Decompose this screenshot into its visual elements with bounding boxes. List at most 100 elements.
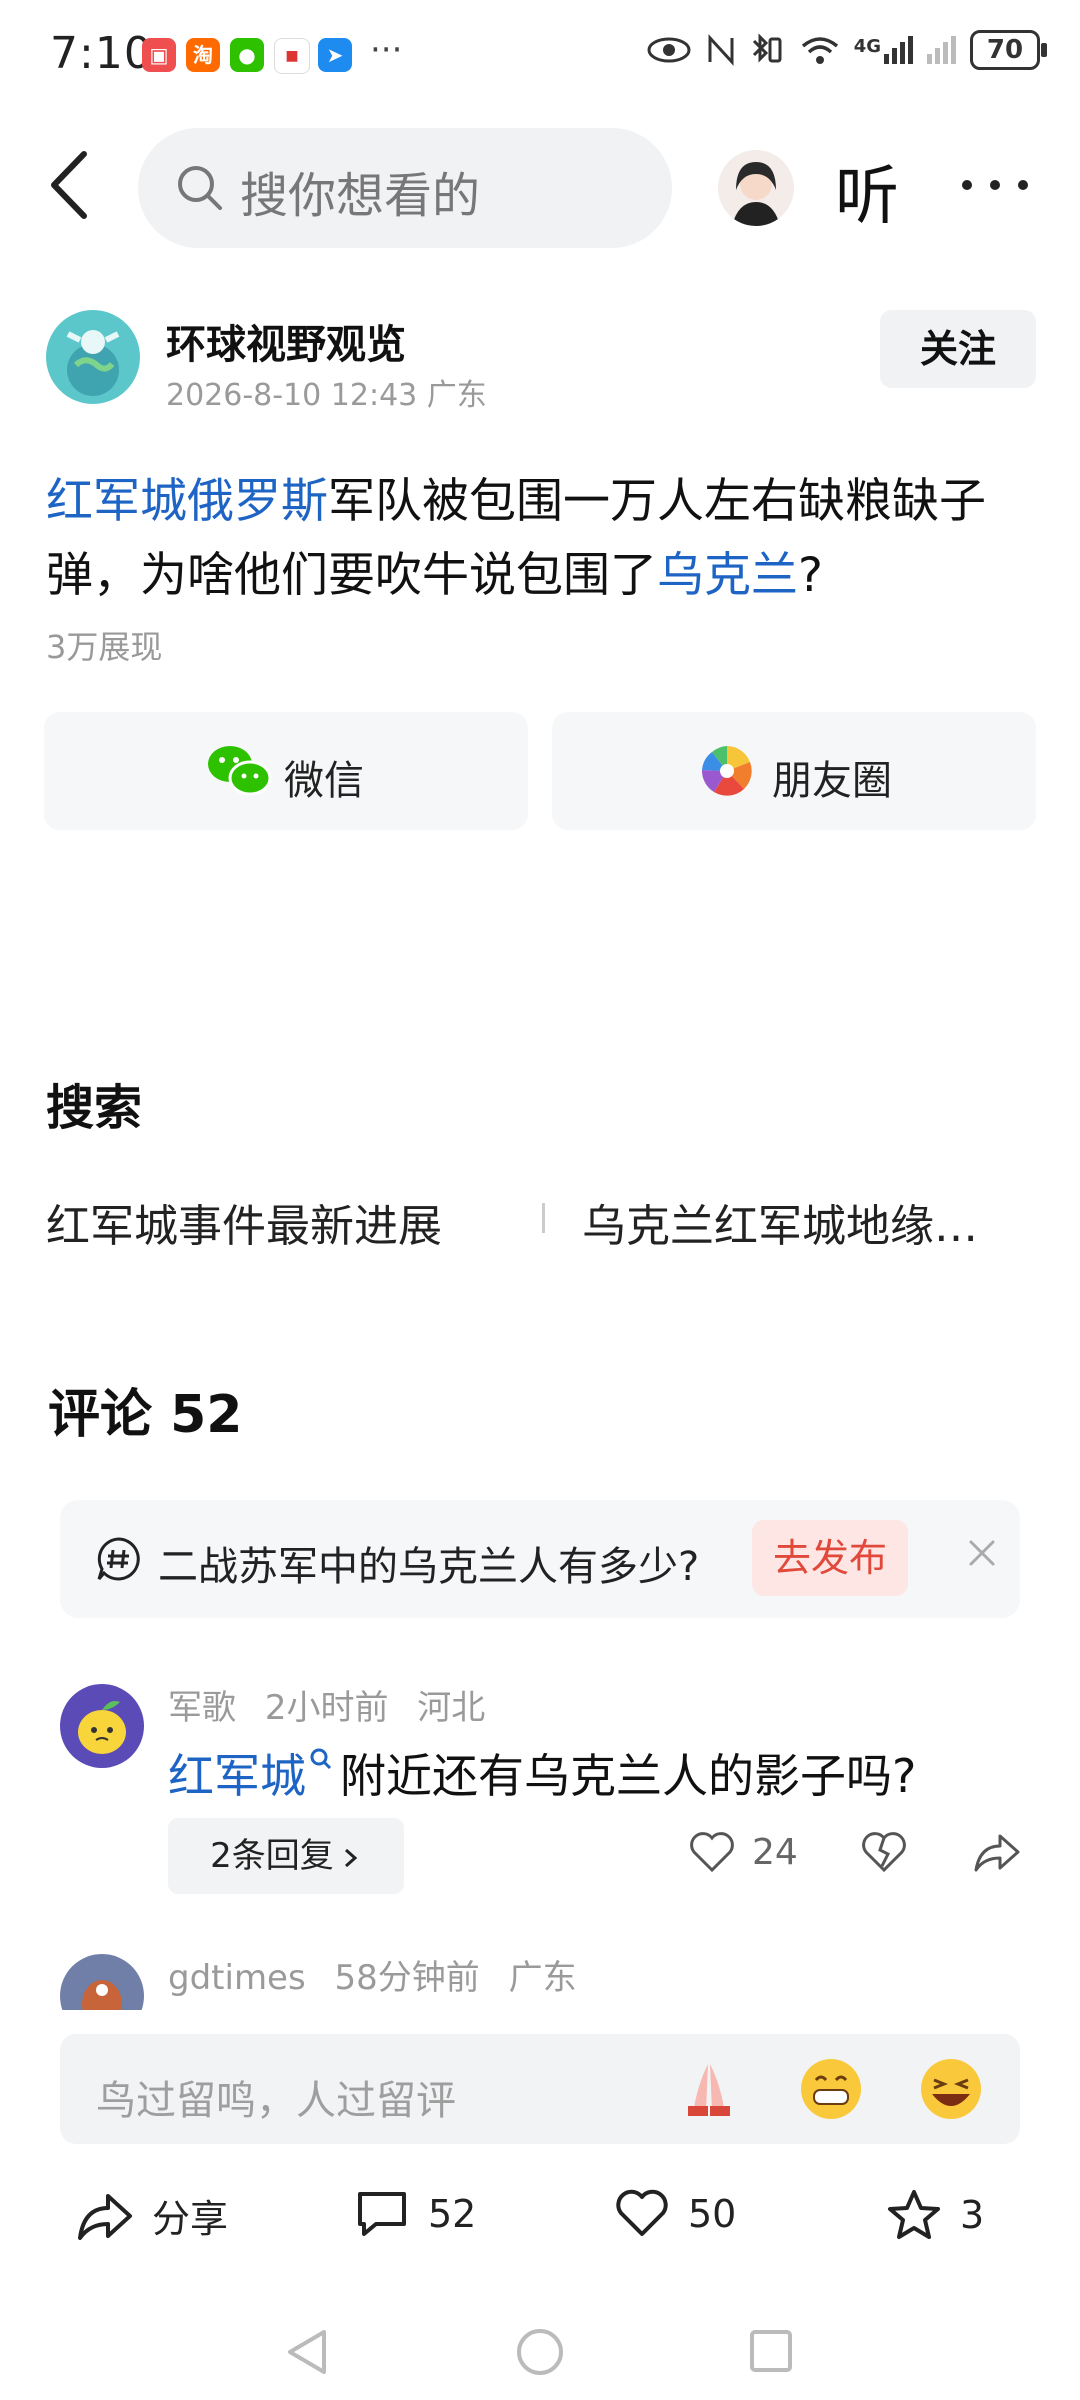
comment-like-count: 24	[752, 1832, 798, 1873]
app-red-icon: ▣	[142, 38, 176, 72]
comment-dislike-button[interactable]	[860, 1830, 908, 1878]
comment-location: 广东	[508, 1958, 577, 1998]
comment-body: 附近还有乌克兰人的影子吗?	[340, 1749, 917, 1803]
comment-input[interactable]: 鸟过留鸣，人过留评	[60, 2034, 1020, 2144]
emoji-grin-button[interactable]	[796, 2054, 866, 2124]
comment-meta: gdtimes 58分钟前 广东	[168, 1950, 577, 1999]
comment-location: 河北	[417, 1688, 486, 1728]
close-icon	[969, 1540, 995, 1566]
search-icon	[178, 166, 222, 210]
comment-share-button[interactable]	[972, 1830, 1022, 1878]
comment-like-button[interactable]	[688, 1830, 736, 1878]
search-placeholder: 搜你想看的	[240, 168, 481, 224]
wechat-icon: ●	[230, 38, 264, 72]
comment-text: 红军城 附近还有乌克兰人的影子吗?	[168, 1740, 916, 1806]
comment-button[interactable]: 52	[354, 2188, 476, 2240]
moments-aperture-icon	[701, 746, 752, 796]
more-horizontal-icon	[962, 180, 1028, 190]
emoji-laugh-button[interactable]	[916, 2054, 986, 2124]
author-name[interactable]: 环球视野观览	[166, 312, 406, 370]
more-options-button[interactable]	[955, 155, 1035, 215]
broken-heart-icon	[862, 1832, 906, 1873]
chevron-left-icon	[51, 151, 87, 219]
share-icon	[78, 2193, 132, 2240]
title-link-ukraine[interactable]: 乌克兰	[657, 548, 798, 603]
comment-meta: 军歌 2小时前 河北	[168, 1680, 485, 1729]
nav-recents-button[interactable]	[746, 2326, 796, 2378]
bird-avatar-icon	[82, 1980, 122, 2010]
lemon-avatar-icon	[78, 1701, 126, 1754]
pray-emoji-icon	[688, 2064, 730, 2116]
author-avatar[interactable]	[46, 310, 140, 404]
comment-count: 52	[428, 2192, 477, 2236]
chevron-right-icon	[344, 1848, 358, 1867]
more-notifications-icon: ···	[370, 30, 403, 70]
taobao-icon: 淘	[186, 38, 220, 72]
app-news-icon: ■	[274, 38, 310, 74]
nav-home-button[interactable]	[514, 2326, 566, 2378]
share-label: 分享	[152, 2197, 229, 2241]
article-title: 红军城俄罗斯军队被包围一万人左右缺粮缺子弹，为啥他们要吹牛说包围了乌克兰?	[46, 465, 1036, 613]
comment-input-placeholder: 鸟过留鸣，人过留评	[96, 2078, 456, 2124]
bottom-action-bar: 分享 52 50 3	[0, 2160, 1080, 2270]
search-bar[interactable]: 搜你想看的	[138, 128, 672, 248]
search-section-title: 搜索	[46, 1080, 143, 1136]
heart-icon	[690, 1832, 734, 1873]
comments-title: 评论 52	[48, 1385, 243, 1445]
comment-user[interactable]: 军歌	[168, 1688, 236, 1728]
grin-emoji-icon	[801, 2059, 861, 2119]
system-navigation-bar	[0, 2300, 1080, 2400]
hashtag-bubble-icon	[97, 1537, 140, 1581]
share-wechat-button[interactable]: 微信	[44, 712, 528, 830]
view-replies-button[interactable]: 2条回复	[168, 1818, 404, 1894]
search-suggestion[interactable]: 乌克兰红军城地缘…	[582, 1190, 978, 1254]
nav-back-button[interactable]	[282, 2326, 332, 2378]
status-indicators: 4G 70	[646, 30, 1047, 70]
share-moments-button[interactable]: 朋友圈	[552, 712, 1036, 830]
listen-button[interactable]: 听	[835, 145, 899, 237]
post-meta: 2026-8-10 12:43 广东	[166, 378, 487, 413]
avatar-girl-icon	[732, 162, 780, 226]
eye-icon	[647, 37, 691, 63]
wifi-icon	[801, 37, 838, 64]
back-button[interactable]	[40, 140, 110, 230]
search-suggestion[interactable]: 红军城事件最新进展	[46, 1190, 442, 1254]
replies-label: 2条回复	[210, 1836, 334, 1876]
signal-4g-icon: 4G	[854, 36, 913, 64]
favorite-button[interactable]: 3	[886, 2188, 984, 2242]
topic-text: 二战苏军中的乌克兰人有多少?	[158, 1544, 700, 1590]
share-button[interactable]: 分享	[76, 2188, 228, 2243]
view-count: 3万展现	[46, 628, 163, 666]
comment-time: 2小时前	[264, 1688, 389, 1728]
comment-item-partial: gdtimes 58分钟前 广东	[0, 1940, 1080, 2010]
close-topic-button[interactable]	[955, 1528, 1009, 1582]
title-link-hongjuncheng[interactable]: 红军城俄罗斯	[46, 474, 328, 529]
wechat-icon	[208, 746, 272, 796]
search-small-icon	[310, 1748, 332, 1770]
share-wechat-label: 微信	[284, 758, 364, 804]
comment-link[interactable]: 红军城	[168, 1749, 306, 1803]
commenter-avatar[interactable]	[60, 1954, 144, 2010]
publish-topic-button[interactable]: 去发布	[752, 1520, 908, 1596]
share-arrow-icon	[974, 1834, 1020, 1872]
heart-icon	[616, 2189, 668, 2236]
signal-weak-icon	[927, 36, 956, 64]
share-moments-label: 朋友圈	[772, 758, 892, 804]
status-bar: 7:10 ▣ 淘 ● ■ ➤ ··· 4G 70	[0, 0, 1080, 110]
globe-avatar-icon	[66, 330, 120, 396]
commenter-avatar[interactable]	[60, 1684, 144, 1768]
follow-button[interactable]: 关注	[880, 310, 1036, 388]
bluetooth-vibrate-icon	[752, 33, 782, 63]
comment-user[interactable]: gdtimes	[168, 1958, 306, 1998]
emoji-pray-button[interactable]	[674, 2054, 744, 2124]
laugh-emoji-icon	[921, 2059, 981, 2119]
like-button[interactable]: 50	[614, 2188, 736, 2240]
user-avatar[interactable]	[718, 150, 794, 226]
topic-banner[interactable]: 二战苏军中的乌克兰人有多少? 去发布	[60, 1500, 1020, 1618]
status-time: 7:10	[50, 28, 153, 79]
comment-bubble-icon	[358, 2192, 406, 2236]
search-divider	[542, 1203, 545, 1233]
star-icon	[888, 2190, 940, 2239]
app-blue-icon: ➤	[318, 38, 352, 72]
comment-time: 58分钟前	[334, 1958, 480, 1998]
